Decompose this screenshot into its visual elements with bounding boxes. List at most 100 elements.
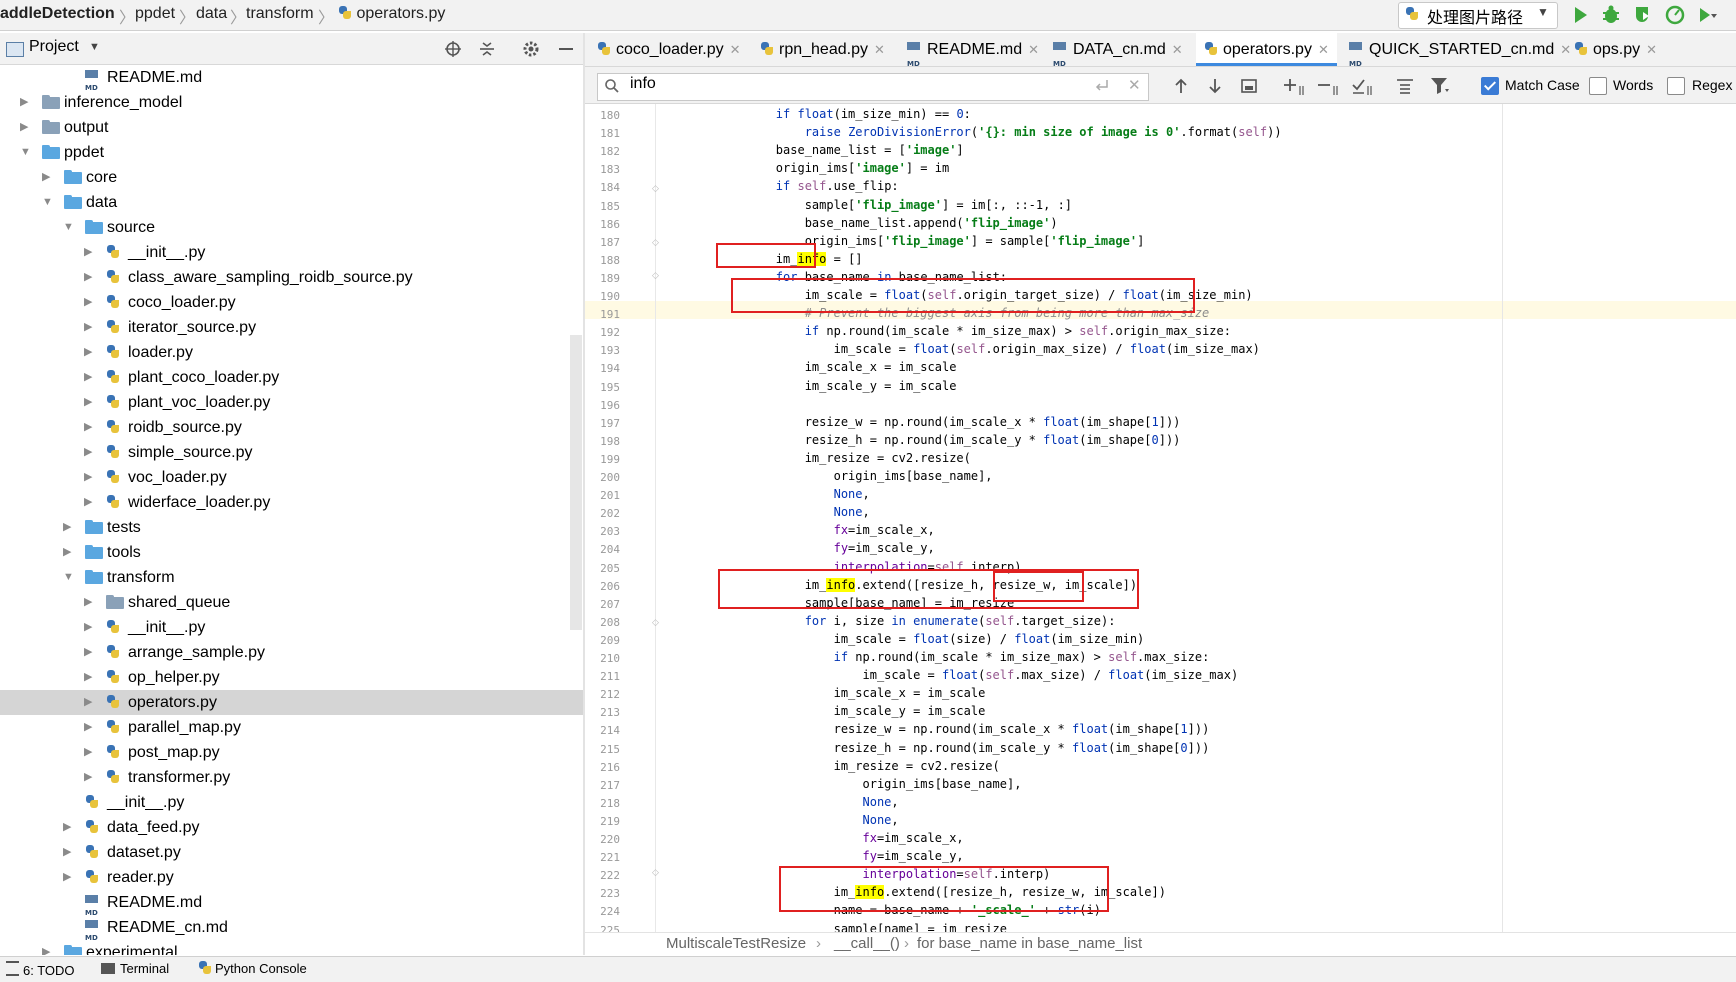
- collapse-all-icon[interactable]: [478, 40, 496, 58]
- tree-item[interactable]: ▶ arrange_sample.py: [0, 640, 583, 665]
- tree-item[interactable]: README.md: [0, 65, 583, 101]
- search-input[interactable]: [597, 73, 1149, 101]
- in-selection-icon[interactable]: [1396, 78, 1414, 94]
- chevron-right-icon[interactable]: ▶: [84, 590, 92, 615]
- breadcrumb-class[interactable]: MultiscaleTestResize: [666, 935, 806, 952]
- run-dropdown-icon[interactable]: [1696, 4, 1718, 26]
- tree-item[interactable]: ▶ __init__.py: [0, 240, 583, 265]
- editor-tab[interactable]: rpn_head.py ✕: [752, 33, 893, 66]
- tree-item[interactable]: ▶ tests: [0, 515, 583, 540]
- python-console-tool-button[interactable]: Python Console: [198, 961, 307, 976]
- close-tab-icon[interactable]: ✕: [874, 42, 885, 57]
- editor-tab[interactable]: DATA_cn.md ✕: [1045, 33, 1191, 81]
- chevron-right-icon[interactable]: ▶: [84, 715, 92, 740]
- chevron-down-icon[interactable]: ▼: [42, 190, 53, 215]
- tree-item[interactable]: ▶ widerface_loader.py: [0, 490, 583, 515]
- editor-tab[interactable]: QUICK_STARTED_cn.md✕: [1341, 33, 1579, 81]
- chevron-down-icon[interactable]: ▼: [63, 565, 74, 590]
- code-line[interactable]: None,: [718, 505, 870, 519]
- tree-item[interactable]: ▶ __init__.py: [0, 615, 583, 640]
- code-line[interactable]: im_scale_y = im_scale: [718, 379, 957, 393]
- run-icon[interactable]: [1569, 4, 1591, 26]
- chevron-right-icon[interactable]: ▶: [63, 540, 71, 565]
- code-line[interactable]: sample['flip_image'] = im[:, ::-1, :]: [718, 198, 1072, 212]
- tree-item[interactable]: ▶ coco_loader.py: [0, 290, 583, 315]
- close-tab-icon[interactable]: ✕: [1172, 42, 1183, 57]
- code-line[interactable]: resize_w = np.round(im_scale_x * float(i…: [718, 415, 1181, 429]
- tree-item[interactable]: ▶ post_map.py: [0, 740, 583, 765]
- chevron-right-icon[interactable]: ▶: [84, 740, 92, 765]
- project-panel-title[interactable]: Project: [29, 38, 79, 56]
- words-checkbox[interactable]: [1589, 77, 1607, 95]
- tree-item[interactable]: ▶ roidb_source.py: [0, 415, 583, 440]
- breadcrumb-method[interactable]: __call__(): [834, 935, 900, 952]
- code-line[interactable]: origin_ims[base_name],: [718, 469, 993, 483]
- clear-search-icon[interactable]: ✕: [1128, 76, 1141, 94]
- fold-marker-icon[interactable]: ◇: [652, 867, 659, 878]
- add-occurrence-icon[interactable]: [1283, 76, 1305, 96]
- tree-item[interactable]: ▶ voc_loader.py: [0, 465, 583, 490]
- chevron-right-icon[interactable]: ▶: [63, 840, 71, 865]
- chevron-right-icon[interactable]: ▶: [42, 165, 50, 190]
- code-line[interactable]: im_scale = float(self.max_size) / float(…: [718, 668, 1238, 682]
- fold-marker-icon[interactable]: ◇: [652, 617, 659, 628]
- tree-item[interactable]: ▶ loader.py: [0, 340, 583, 365]
- tree-item[interactable]: ▶ output: [0, 115, 583, 140]
- code-line[interactable]: if np.round(im_scale * im_size_max) > se…: [718, 324, 1231, 338]
- fold-marker-icon[interactable]: ◇: [652, 270, 659, 281]
- chevron-right-icon[interactable]: ▶: [84, 690, 92, 715]
- code-line[interactable]: im_scale = float(size) / float(im_size_m…: [718, 632, 1145, 646]
- debug-icon[interactable]: [1600, 4, 1622, 26]
- chevron-right-icon[interactable]: ▶: [84, 390, 92, 415]
- code-line[interactable]: None,: [718, 487, 870, 501]
- chevron-right-icon[interactable]: ▶: [63, 515, 71, 540]
- terminal-tool-button[interactable]: Terminal: [101, 961, 169, 976]
- chevron-right-icon[interactable]: ▶: [84, 615, 92, 640]
- code-line[interactable]: if float(im_size_min) == 0:: [718, 107, 971, 121]
- chevron-right-icon[interactable]: ▶: [63, 865, 71, 890]
- close-tab-icon[interactable]: ✕: [1028, 42, 1039, 57]
- chevron-right-icon[interactable]: ▶: [84, 240, 92, 265]
- chevron-down-icon[interactable]: ▼: [63, 215, 74, 240]
- close-tab-icon[interactable]: ✕: [1646, 42, 1657, 57]
- locate-icon[interactable]: [444, 40, 462, 58]
- tree-item[interactable]: ▶ plant_coco_loader.py: [0, 365, 583, 390]
- tree-item[interactable]: ▶ plant_voc_loader.py: [0, 390, 583, 415]
- minimize-icon[interactable]: [557, 40, 575, 58]
- code-line[interactable]: origin_ims[base_name],: [718, 777, 1021, 791]
- code-line[interactable]: resize_w = np.round(im_scale_x * float(i…: [718, 722, 1210, 736]
- chevron-right-icon[interactable]: ▶: [84, 440, 92, 465]
- chevron-down-icon[interactable]: ▼: [89, 41, 100, 53]
- code-line[interactable]: fx=im_scale_x,: [718, 831, 964, 845]
- code-line[interactable]: im_resize = cv2.resize(: [718, 759, 1000, 773]
- code-line[interactable]: im_scale_y = im_scale: [718, 704, 986, 718]
- tree-item[interactable]: ▶ inference_model: [0, 90, 583, 115]
- tree-item[interactable]: ▼ source: [0, 215, 583, 240]
- code-line[interactable]: fx=im_scale_x,: [718, 523, 935, 537]
- previous-occurrence-icon[interactable]: [1172, 77, 1190, 95]
- panel-divider[interactable]: [583, 33, 585, 955]
- code-line[interactable]: if self.use_flip:: [718, 179, 899, 193]
- editor-tab[interactable]: README.md ✕: [899, 33, 1047, 81]
- code-line[interactable]: None,: [718, 813, 899, 827]
- code-line[interactable]: fy=im_scale_y,: [718, 849, 964, 863]
- code-line[interactable]: resize_h = np.round(im_scale_y * float(i…: [718, 433, 1181, 447]
- code-line[interactable]: im_scale_x = im_scale: [718, 360, 957, 374]
- editor-tab[interactable]: coco_loader.py ✕: [589, 33, 749, 66]
- chevron-right-icon[interactable]: ▶: [84, 290, 92, 315]
- chevron-right-icon[interactable]: ▶: [84, 365, 92, 390]
- code-line[interactable]: None,: [718, 795, 899, 809]
- newline-icon[interactable]: [1094, 79, 1110, 93]
- filter-icon[interactable]: [1430, 77, 1450, 95]
- fold-marker-icon[interactable]: ◇: [652, 237, 659, 248]
- tree-item[interactable]: ▶ op_helper.py: [0, 665, 583, 690]
- code-line[interactable]: resize_h = np.round(im_scale_y * float(i…: [718, 741, 1210, 755]
- code-line[interactable]: fy=im_scale_y,: [718, 541, 935, 555]
- chevron-right-icon[interactable]: ▶: [84, 465, 92, 490]
- chevron-right-icon[interactable]: ▶: [63, 815, 71, 840]
- tree-item[interactable]: README.md: [0, 890, 583, 926]
- chevron-right-icon[interactable]: ▶: [42, 940, 50, 955]
- breadcrumb-transform[interactable]: transform: [246, 5, 314, 23]
- tree-item[interactable]: ▶ reader.py: [0, 865, 583, 890]
- tree-item[interactable]: ▶ operators.py: [0, 690, 583, 715]
